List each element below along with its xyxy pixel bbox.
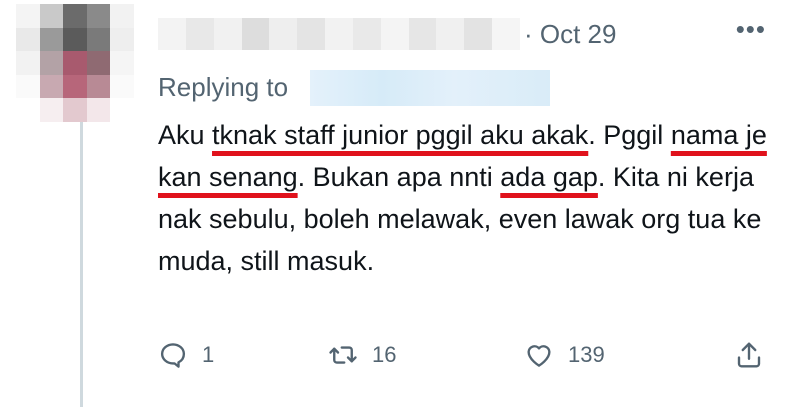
retweet-button[interactable]: 16 <box>328 340 396 370</box>
replying-to-label: Replying to <box>158 72 289 102</box>
thread-line <box>80 122 83 407</box>
reply-button[interactable]: 1 <box>158 340 214 370</box>
tweet-text: Aku tknak staff junior pggil aku akak. P… <box>158 114 768 282</box>
avatar[interactable] <box>16 4 134 122</box>
author-name-blurred[interactable] <box>158 18 520 50</box>
heart-icon <box>527 345 551 367</box>
tweet-header: · Oct 29 ••• <box>158 8 780 58</box>
reply-count: 1 <box>202 342 215 367</box>
like-button[interactable]: 139 <box>524 340 605 370</box>
share-button[interactable] <box>734 340 764 370</box>
highlighted-phrase: ada gap <box>500 162 598 192</box>
highlighted-phrase: tknak staff junior pggil aku akak <box>212 120 589 150</box>
retweet-icon <box>329 346 357 364</box>
tweet-text-part: . Pggil <box>588 120 671 150</box>
share-icon <box>737 342 761 368</box>
replying-to-handle-blurred[interactable] <box>310 70 550 106</box>
tweet-text-part: Aku <box>158 120 213 150</box>
timestamp[interactable]: · Oct 29 <box>524 18 616 50</box>
reply-icon <box>160 343 186 368</box>
action-bar: 1 16 139 <box>158 340 778 384</box>
retweet-count: 16 <box>372 342 397 367</box>
like-count: 139 <box>568 342 605 367</box>
more-horizontal-icon[interactable]: ••• <box>736 14 766 45</box>
tweet-text-part: . Bukan apa nnti <box>297 162 501 192</box>
